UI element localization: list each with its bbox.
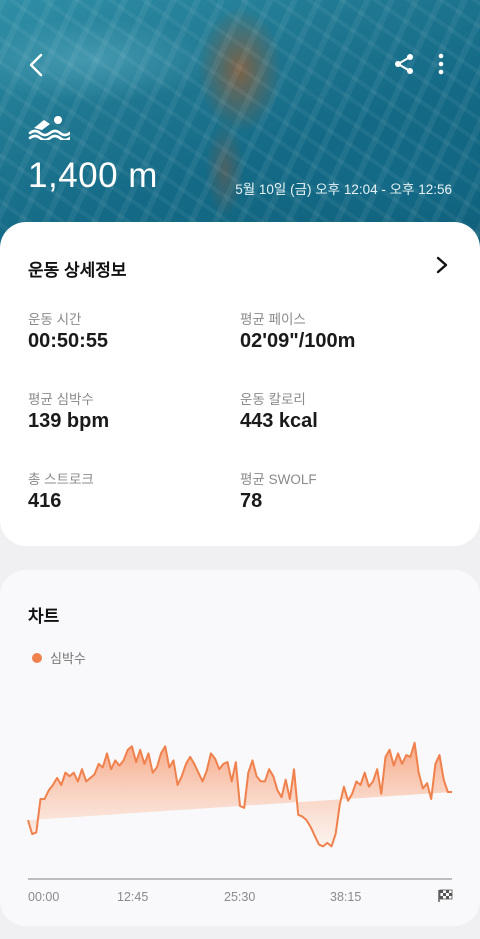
x-tick-label: 12:45 (117, 890, 148, 904)
duration-label: 운동 시간 (28, 312, 82, 327)
heart-rate-chart[interactable]: 00:00 12:45 25:30 38:15 (0, 570, 480, 926)
swim-distance: 1,400 m (28, 156, 158, 195)
back-button[interactable] (22, 50, 52, 80)
hero-banner: 1,400 m 5월 10일 (금) 오후 12:04 - 오후 12:56 (0, 0, 480, 250)
total-strokes-label: 총 스트로크 (28, 472, 94, 487)
workout-datetime: 5월 10일 (금) 오후 12:04 - 오후 12:56 (235, 182, 452, 197)
share-button[interactable] (390, 50, 418, 78)
duration-value: 00:50:55 (28, 330, 109, 352)
chevron-right-icon[interactable] (432, 254, 452, 276)
avg-heart-rate-value: 139 bpm (28, 410, 110, 432)
calories-label: 운동 칼로리 (240, 392, 306, 407)
more-options-button[interactable] (430, 50, 452, 78)
total-strokes-value: 416 (28, 490, 62, 512)
workout-details-card: 운동 상세정보 운동 시간 00:50:55 평균 페이스 02'09"/100… (0, 222, 480, 546)
x-tick-label: 38:15 (330, 890, 361, 904)
avg-swolf-label: 평균 SWOLF (240, 472, 317, 487)
swimming-icon (28, 116, 70, 140)
finish-flag-icon (438, 889, 453, 902)
more-options-icon (438, 53, 444, 75)
heart-rate-area (28, 742, 452, 847)
workout-details-title[interactable]: 운동 상세정보 (28, 256, 127, 281)
calories-value: 443 kcal (240, 410, 318, 432)
pool-water-image (0, 0, 480, 250)
x-tick-label: 00:00 (28, 890, 59, 904)
chart-card: 차트 심박수 00:00 12:45 25:30 38:15 (0, 570, 480, 926)
avg-heart-rate-label: 평균 심박수 (28, 392, 94, 407)
avg-pace-value: 02'09"/100m (240, 330, 356, 352)
x-tick-label: 25:30 (224, 890, 255, 904)
avg-pace-label: 평균 페이스 (240, 312, 306, 327)
share-icon (395, 54, 413, 74)
avg-swolf-value: 78 (240, 490, 263, 512)
back-icon (29, 53, 43, 77)
